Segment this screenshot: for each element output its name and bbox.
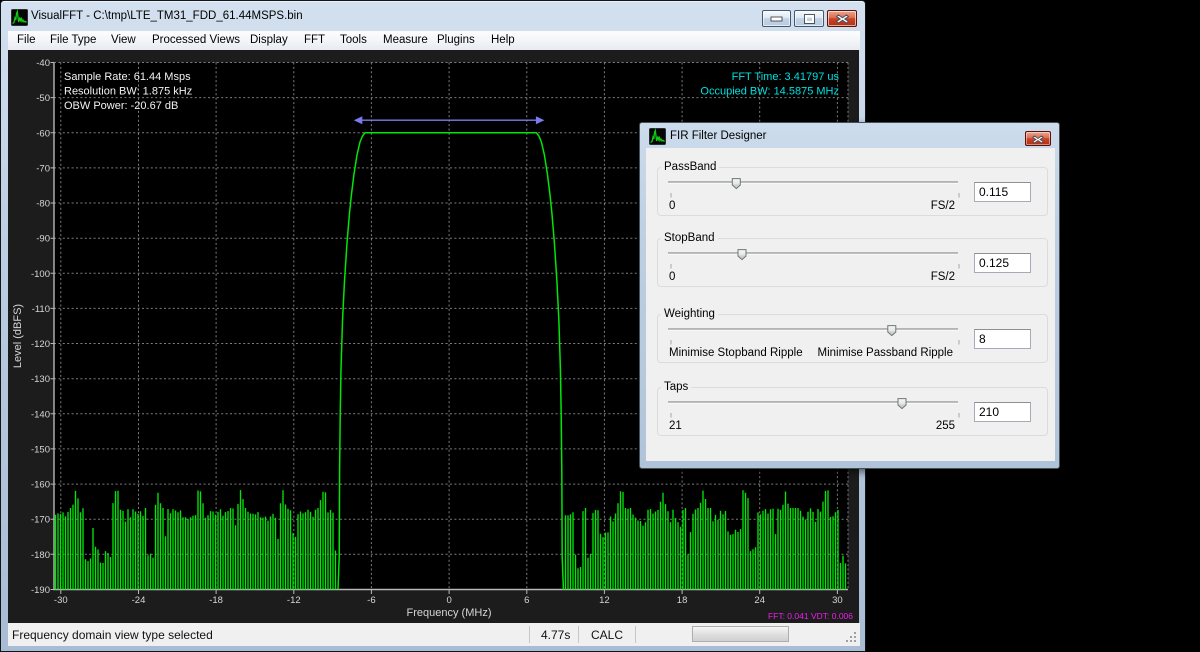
svg-text:Frequency (MHz): Frequency (MHz) — [407, 607, 492, 619]
svg-text:-40: -40 — [36, 58, 50, 69]
svg-text:-140: -140 — [31, 409, 50, 420]
svg-text:-18: -18 — [209, 595, 223, 606]
svg-text:18: 18 — [677, 595, 688, 606]
svg-text:FFT Time: 3.41797 us: FFT Time: 3.41797 us — [732, 71, 840, 83]
svg-text:OBW Power: -20.67 dB: OBW Power: -20.67 dB — [64, 100, 178, 112]
svg-text:6: 6 — [524, 595, 529, 606]
svg-text:30: 30 — [832, 595, 843, 606]
svg-text:-190: -190 — [31, 585, 50, 596]
svg-text:12: 12 — [599, 595, 610, 606]
svg-text:24: 24 — [754, 595, 765, 606]
svg-text:-130: -130 — [31, 374, 50, 385]
svg-text:-50: -50 — [36, 93, 50, 104]
svg-text:Occupied BW: 14.5875 MHz: Occupied BW: 14.5875 MHz — [700, 86, 839, 98]
svg-text:Level (dBFS): Level (dBFS) — [12, 304, 24, 368]
svg-text:-90: -90 — [36, 234, 50, 245]
svg-text:-170: -170 — [31, 515, 50, 526]
svg-text:-120: -120 — [31, 339, 50, 350]
svg-text:-100: -100 — [31, 269, 50, 280]
svg-text:0: 0 — [446, 595, 451, 606]
svg-text:-60: -60 — [36, 128, 50, 139]
svg-text:-30: -30 — [54, 595, 68, 606]
svg-text:-180: -180 — [31, 550, 50, 561]
svg-text:-110: -110 — [32, 304, 50, 315]
svg-text:-160: -160 — [31, 480, 50, 491]
svg-text:-6: -6 — [367, 595, 375, 606]
svg-text:-24: -24 — [132, 595, 146, 606]
svg-text:-12: -12 — [287, 595, 301, 606]
svg-text:-80: -80 — [36, 199, 50, 210]
svg-text:Sample Rate: 61.44 Msps: Sample Rate: 61.44 Msps — [64, 71, 191, 83]
svg-text:Resolution BW: 1.875 kHz: Resolution BW: 1.875 kHz — [64, 86, 192, 98]
svg-text:-150: -150 — [31, 444, 50, 455]
svg-text:-70: -70 — [36, 163, 50, 174]
svg-text:FFT: 0.041 VDT: 0.006: FFT: 0.041 VDT: 0.006 — [768, 611, 853, 621]
